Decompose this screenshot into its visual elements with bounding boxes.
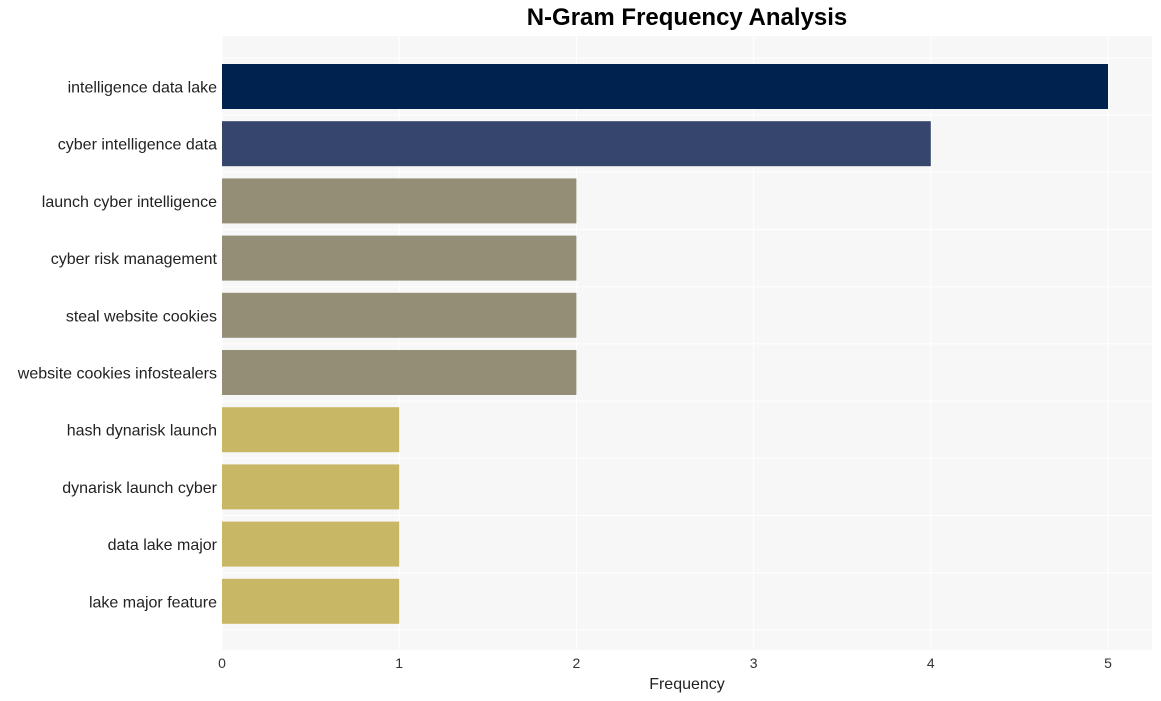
category-labels: intelligence data lake cyber intelligence…	[17, 80, 218, 612]
x-tick-label: 5	[1104, 655, 1112, 671]
x-tick-label: 0	[218, 655, 226, 671]
x-tick-label: 4	[927, 655, 935, 671]
bar-chart: intelligence data lake cyber intelligence…	[17, 36, 1152, 693]
category-label: dynarisk launch cyber	[62, 480, 217, 497]
x-tick-label: 2	[573, 655, 581, 671]
x-tick-label: 1	[395, 655, 403, 671]
category-label: launch cyber intelligence	[42, 194, 217, 211]
bar	[222, 407, 400, 453]
bar	[222, 121, 931, 167]
category-label: cyber intelligence data	[58, 137, 217, 154]
bar	[222, 464, 400, 510]
category-label: intelligence data lake	[68, 80, 218, 97]
bar	[222, 178, 577, 224]
bar	[222, 64, 1108, 109]
x-tick-label: 3	[750, 655, 758, 671]
bar	[222, 578, 400, 624]
category-label: cyber risk management	[51, 251, 218, 268]
bar	[222, 350, 577, 395]
category-label: hash dynarisk launch	[67, 423, 217, 440]
bar	[222, 521, 400, 567]
category-label: steal website cookies	[66, 308, 217, 325]
bar	[222, 235, 577, 281]
x-tick-labels: 0 1 2 3 4 5	[218, 655, 1112, 671]
bar	[222, 292, 577, 338]
category-label: data lake major	[108, 537, 218, 554]
category-label: lake major feature	[89, 594, 217, 611]
category-label: website cookies infostealers	[17, 366, 217, 383]
x-axis-title: Frequency	[649, 676, 725, 693]
